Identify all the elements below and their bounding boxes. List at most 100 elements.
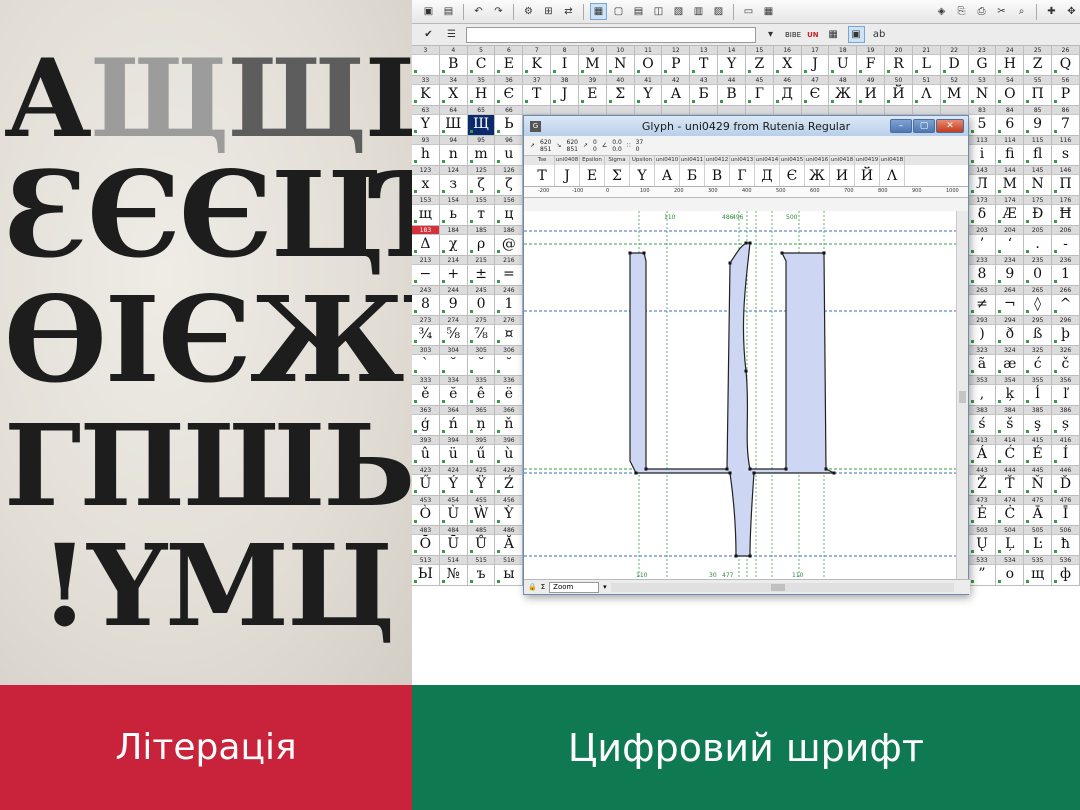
glyph-cell[interactable]: 303 ` (412, 346, 440, 376)
glyph-cell[interactable]: 476 Ī (1052, 496, 1080, 526)
glyph-cell[interactable]: 175 Ð (1024, 196, 1053, 226)
glyph-cell[interactable]: 206- (1052, 226, 1080, 256)
chart-view-icon[interactable]: ▥ (690, 3, 707, 20)
glyph-cell[interactable]: 21 L (912, 46, 941, 76)
glyph-cell[interactable]: 35 H (467, 76, 496, 106)
glyph-cell[interactable]: 115 fl (1024, 136, 1053, 166)
glyph-cell[interactable]: 474 Ċ (996, 496, 1025, 526)
node-tool-icon[interactable]: ↘ (556, 142, 561, 149)
glyph-cell[interactable]: 10 N (606, 46, 635, 76)
outline-node[interactable] (748, 467, 752, 471)
glyph-cell[interactable]: 473 Ė (968, 496, 997, 526)
glyph-preview[interactable]: Б (680, 165, 705, 186)
glyph-window-titlebar[interactable]: G Glyph - uni0429 from Rutenia Regular –… (524, 116, 968, 136)
glyph-cell[interactable]: 295 ß (1024, 316, 1053, 346)
glyph-cell[interactable]: 20 R (885, 46, 913, 76)
info-view-icon[interactable]: ▨ (710, 3, 727, 20)
glyph-cell[interactable]: 33 K (412, 76, 440, 106)
glyph-cell[interactable]: 235 0 (1024, 256, 1053, 286)
glyph-cell[interactable]: 96 u (495, 136, 524, 166)
angle-tool-icon[interactable]: ∠ (602, 142, 607, 149)
glyph-cell[interactable]: 325 ć (1024, 346, 1053, 376)
glyph-cell[interactable]: 423 Ű (412, 466, 440, 496)
glyph-cell[interactable]: 336 ë (495, 376, 524, 406)
glyph-cell[interactable]: 8I (551, 46, 579, 76)
glyph-cell[interactable]: 144 М (996, 166, 1025, 196)
glyph-cell[interactable]: 186 @ (495, 226, 524, 256)
glyph-cell[interactable]: 446 Ď (1052, 466, 1080, 496)
glyph-cell[interactable]: 424 Ý (439, 466, 468, 496)
glyph-cell[interactable]: 306 ˘ (495, 346, 524, 376)
glyph-cell[interactable]: 456 Ỳ (495, 496, 524, 526)
glyph-cell[interactable]: 83 5 (968, 106, 997, 136)
glyph-cell[interactable]: 174 Æ (996, 196, 1025, 226)
glyph-cell[interactable]: 426 Ź (495, 466, 524, 496)
glyph-cell[interactable]: 56 Р (1052, 76, 1080, 106)
glyph-cell[interactable]: 445 Ň (1024, 466, 1053, 496)
outline-node[interactable] (728, 261, 732, 265)
glyph-cell[interactable]: 65 Щ (467, 106, 496, 136)
glyph-cell[interactable]: 275 ⅞ (467, 316, 496, 346)
horizontal-scrollbar[interactable] (610, 582, 954, 592)
glyph-cell[interactable]: 93 h (412, 136, 440, 166)
glyph-cell[interactable]: 43 Б (690, 76, 719, 106)
outline-node[interactable] (822, 251, 826, 255)
glyph-cell[interactable]: 413 Á (968, 436, 997, 466)
glyph-cell[interactable]: 323 ã (968, 346, 997, 376)
glyph-cell[interactable]: 185 ρ (467, 226, 496, 256)
glyph-cell[interactable]: 13 T (690, 46, 719, 76)
outline-node[interactable] (634, 471, 638, 475)
map-view-icon[interactable]: ▧ (670, 3, 687, 20)
glyph-cell[interactable]: 536 ф (1052, 556, 1080, 586)
glyph-cell[interactable]: 25 Z (1024, 46, 1053, 76)
glyph-cell[interactable]: 45 Г (745, 76, 774, 106)
glyph-cell[interactable]: 213− (412, 256, 440, 286)
glyph-view-icon[interactable]: ▦ (590, 3, 607, 20)
glyph-cell[interactable]: 364 ń (439, 406, 468, 436)
glyph-cell[interactable]: 94 n (439, 136, 468, 166)
glyph-cell[interactable]: 265 ◊ (1024, 286, 1053, 316)
glyph-cell[interactable]: 26 Q (1052, 46, 1080, 76)
glyph-cell[interactable]: 233 8 (968, 256, 997, 286)
save-icon[interactable]: ▣ (420, 3, 437, 20)
glyph-cell[interactable]: 205. (1024, 226, 1053, 256)
glyph-cell[interactable]: 51 Ʌ (912, 76, 941, 106)
glyph-cell[interactable]: 113 i (968, 136, 997, 166)
glyph-cell[interactable]: 415 É (1024, 436, 1053, 466)
outline-node[interactable] (780, 251, 784, 255)
glyph-cell[interactable]: 40 Σ (606, 76, 635, 106)
glyph-cell[interactable]: 125 ζ (467, 166, 496, 196)
glyph-cell[interactable]: 514 № (439, 556, 468, 586)
glyph-cell[interactable]: 4B (439, 46, 468, 76)
glyph-cell[interactable]: 475 Ā (1024, 496, 1053, 526)
glyph-cell[interactable]: 22 D (940, 46, 969, 76)
glyph-cell[interactable]: 66 Ь (495, 106, 524, 136)
glyph-cell[interactable]: 15 Z (745, 46, 774, 76)
glyph-cell[interactable]: 333 ě (412, 376, 440, 406)
glyph-cell[interactable]: 153 щ (412, 196, 440, 226)
glyph-cell[interactable]: 49 И (857, 76, 886, 106)
glyph-cell[interactable]: 353, (968, 376, 997, 406)
print-icon[interactable]: ▤ (440, 3, 457, 20)
glyph-outline-svg[interactable]: 110 486496 500110 30 477 110 (524, 211, 957, 580)
glyph-cell[interactable]: 47 Є (801, 76, 830, 106)
glyph-cell[interactable]: 48 Ж (829, 76, 858, 106)
glyph-cell[interactable]: 14 Y (718, 46, 746, 76)
glyph-cell[interactable]: 363 ģ (412, 406, 440, 436)
glyph-cell[interactable]: 114 fi (996, 136, 1025, 166)
glyph-cell[interactable]: 534 о (996, 556, 1025, 586)
glyph-cell[interactable]: 34 X (439, 76, 468, 106)
glyph-preview[interactable]: Д (755, 165, 780, 186)
glyph-cell[interactable]: 236 1 (1052, 256, 1080, 286)
glyph-cell[interactable]: 41 Y (634, 76, 663, 106)
glyph-cell[interactable]: 504 Ļ (996, 526, 1025, 556)
sigma-icon[interactable]: Σ (541, 583, 545, 591)
glyph-preview[interactable]: Є (780, 165, 805, 186)
glyph-preview[interactable]: А (655, 165, 680, 186)
glyph-cell[interactable]: 444 Ť (996, 466, 1025, 496)
glyph-name[interactable]: Tse (530, 156, 555, 165)
glyph-cell[interactable]: 245 0 (467, 286, 496, 316)
outline-node[interactable] (744, 369, 748, 373)
glyph-cell[interactable]: 203’ (968, 226, 997, 256)
glyph-preview[interactable]: T (530, 165, 555, 186)
